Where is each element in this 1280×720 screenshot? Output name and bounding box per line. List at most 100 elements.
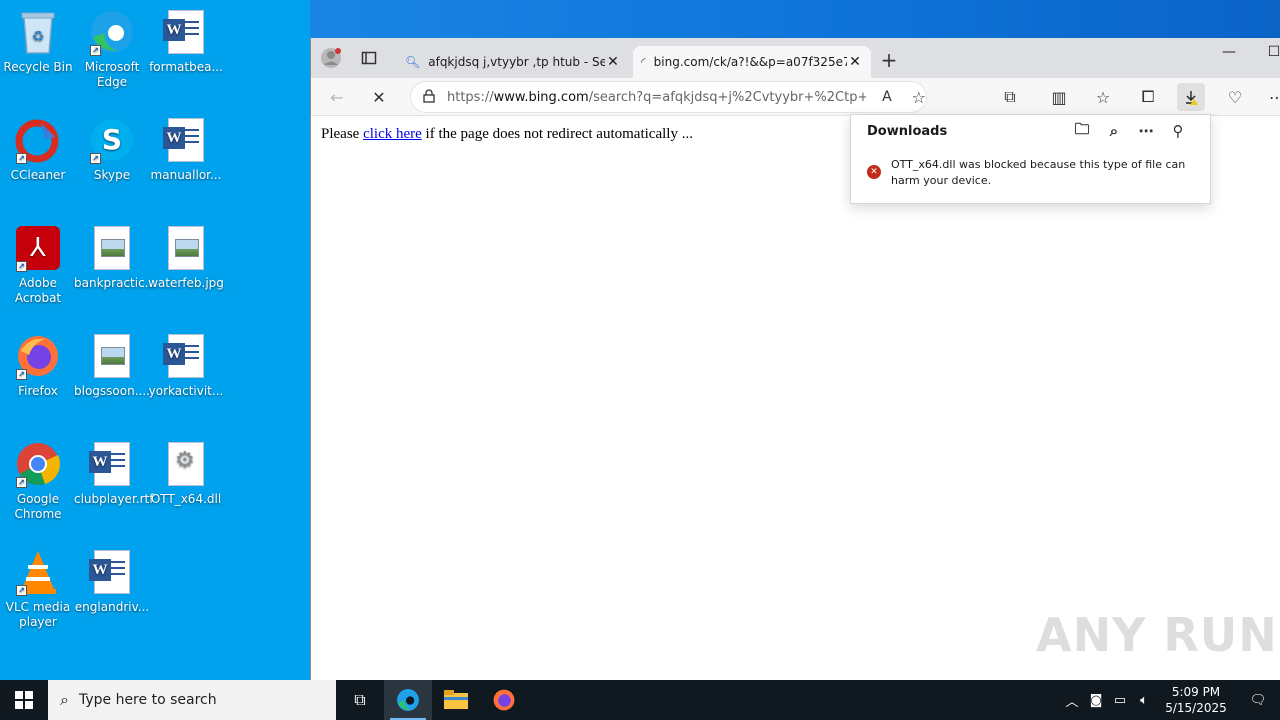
search-icon: 🔍︎: [405, 55, 421, 69]
profile-avatar-icon[interactable]: [317, 44, 345, 72]
address-bar[interactable]: https://www.bing.com/search?q=afqkjdsq+j…: [411, 82, 926, 112]
folder-icon: [444, 690, 468, 709]
close-tab-icon[interactable]: ✕: [605, 54, 621, 70]
minimize-icon[interactable]: —: [1206, 38, 1252, 68]
desktop-icon-label: manuallor...: [150, 168, 222, 182]
lock-icon: [423, 88, 435, 106]
tab-actions-icon[interactable]: [355, 44, 383, 72]
desktop-icon-label: CCleaner: [10, 168, 66, 182]
desktop-icon-microsoft-edge[interactable]: ↗ Microsoft Edge: [74, 8, 150, 90]
open-folder-icon[interactable]: 🗀: [1066, 119, 1098, 144]
desktop-icon-label: Google Chrome: [14, 492, 62, 521]
search-icon[interactable]: ⌕: [1098, 122, 1130, 140]
browser-window: 🔍︎ afqkjdsq j,vtyybr ,tp htub - Search ✕…: [310, 38, 1280, 680]
favorites-icon[interactable]: ☆: [1089, 83, 1117, 111]
word-document-icon: W: [88, 440, 136, 488]
settings-more-icon[interactable]: ⋯: [1263, 83, 1280, 111]
search-icon: ⌕: [60, 690, 69, 709]
desktop-icon-yorkactivit[interactable]: W yorkactivit...: [148, 332, 224, 399]
stop-loading-icon[interactable]: ✕: [365, 83, 393, 111]
chevron-up-icon[interactable]: ︿: [1060, 691, 1084, 710]
taskbar-firefox[interactable]: [480, 680, 528, 720]
taskbar-file-explorer[interactable]: [432, 680, 480, 720]
adobe-acrobat-icon: ⅄ ↗: [14, 224, 62, 272]
desktop-icon-label: yorkactivit...: [148, 384, 224, 398]
clock-time: 5:09 PM: [1171, 685, 1221, 699]
new-tab-icon[interactable]: +: [875, 46, 903, 74]
desktop-icon-firefox[interactable]: ↗ Firefox: [0, 332, 76, 399]
desktop-icon-adobe-acrobat[interactable]: ⅄ ↗ Adobe Acrobat: [0, 224, 76, 306]
pin-icon[interactable]: ⚲: [1162, 122, 1194, 140]
loading-spinner-icon: ◜: [641, 55, 646, 69]
split-screen-icon[interactable]: ▥: [1045, 83, 1073, 111]
svg-text:♻: ♻: [32, 29, 45, 45]
desktop-icon-label: OTT_x64.dll: [150, 492, 222, 506]
desktop-icon-google-chrome[interactable]: ↗ Google Chrome: [0, 440, 76, 522]
image-file-icon: [88, 332, 136, 380]
desktop-icon-formatbea[interactable]: W formatbea...: [148, 8, 224, 75]
desktop-icon-waterfeb[interactable]: waterfeb.jpg: [148, 224, 224, 291]
download-item[interactable]: ✕ OTT_x64.dll was blocked because this t…: [851, 147, 1210, 189]
desktop-icon-recycle-bin[interactable]: ♻ Recycle Bin: [0, 8, 76, 75]
tab-search[interactable]: 🔍︎ afqkjdsq j,vtyybr ,tp htub - Search ✕: [397, 46, 629, 78]
ccleaner-icon: ↗: [14, 116, 62, 164]
desktop-icon-label: Recycle Bin: [3, 60, 73, 74]
tab-bing-redirect[interactable]: ◜ bing.com/ck/a?!&&p=a07f325e7 ✕: [633, 46, 871, 78]
click-here-link[interactable]: click here: [363, 126, 422, 142]
maximize-icon[interactable]: ☐: [1251, 38, 1280, 68]
vlc-icon: ↗: [14, 548, 62, 596]
notifications-icon[interactable]: 🗨︎: [1236, 693, 1280, 708]
back-icon[interactable]: ←: [323, 83, 351, 111]
desktop-icon-vlc[interactable]: ↗ VLC media player: [0, 548, 76, 630]
error-icon: ✕: [867, 165, 881, 179]
desktop-icon-clubplayer[interactable]: W clubplayer.rtf: [74, 440, 154, 507]
image-file-icon: [88, 224, 136, 272]
desktop-icon-englandriv[interactable]: W englandriv...: [74, 548, 150, 615]
extensions-icon[interactable]: ⧉: [996, 83, 1024, 111]
desktop-icon-label: clubplayer.rtf: [74, 492, 154, 506]
search-placeholder: Type here to search: [78, 692, 217, 708]
desktop-icon-label: formatbea...: [149, 60, 223, 74]
desktop-icon-label: blogssoon....: [74, 384, 150, 398]
more-options-icon[interactable]: ⋯: [1130, 122, 1162, 140]
image-file-icon: [162, 224, 210, 272]
desktop-icon-label: Firefox: [18, 384, 58, 398]
taskbar-edge[interactable]: [384, 680, 432, 720]
task-view-icon: ⧉: [354, 690, 366, 709]
downloads-title: Downloads: [867, 123, 948, 139]
taskbar: ⌕ Type here to search ⧉ ︿ ◙ ▭ 🔈︎ 5:09 PM…: [0, 680, 1280, 720]
camera-icon[interactable]: ◙: [1084, 693, 1108, 708]
collections-icon[interactable]: ⧠: [1134, 83, 1162, 111]
clock-date: 5/15/2025: [1165, 701, 1227, 715]
browser-essentials-icon[interactable]: ♡: [1221, 83, 1249, 111]
desktop-icon-bankpractice[interactable]: bankpractic...: [74, 224, 157, 291]
word-document-icon: W: [162, 116, 210, 164]
desktop-icon-label: bankpractic...: [74, 276, 157, 290]
word-document-icon: W: [162, 8, 210, 56]
clock[interactable]: 5:09 PM 5/15/2025: [1156, 684, 1236, 716]
close-tab-icon[interactable]: ✕: [847, 54, 863, 70]
taskbar-search[interactable]: ⌕ Type here to search: [48, 680, 336, 720]
redirect-text-before: Please: [321, 126, 364, 142]
desktop-icon-skype[interactable]: S ↗ Skype: [74, 116, 150, 183]
desktop-icon-ccleaner[interactable]: ↗ CCleaner: [0, 116, 76, 183]
system-tray: ︿ ◙ ▭ 🔈︎ 5:09 PM 5/15/2025 🗨︎: [1060, 680, 1280, 720]
downloads-icon[interactable]: [1177, 83, 1205, 111]
read-aloud-icon[interactable]: A: [882, 89, 892, 105]
favorite-star-icon[interactable]: ☆: [912, 88, 926, 107]
edge-icon: ↗: [88, 8, 136, 56]
desktop-icon-ott-dll[interactable]: ⚙ OTT_x64.dll: [148, 440, 224, 507]
task-view-button[interactable]: ⧉: [336, 680, 384, 720]
desktop-background-top: [310, 0, 1280, 38]
desktop-icon-manuallor[interactable]: W manuallor...: [148, 116, 224, 183]
windows-logo-icon: [15, 691, 33, 709]
chrome-icon: ↗: [14, 440, 62, 488]
tab-strip: 🔍︎ afqkjdsq j,vtyybr ,tp htub - Search ✕…: [311, 38, 1280, 78]
downloads-flyout: Downloads 🗀 ⌕ ⋯ ⚲ ✕ OTT_x64.dll was bloc…: [850, 114, 1211, 204]
start-button[interactable]: [0, 680, 48, 720]
desktop-icon-blogssoon[interactable]: blogssoon....: [74, 332, 150, 399]
edge-icon: [397, 689, 419, 711]
volume-icon[interactable]: 🔈︎: [1132, 693, 1156, 708]
network-icon[interactable]: ▭: [1108, 693, 1132, 708]
desktop-icon-label: VLC media player: [5, 600, 71, 629]
